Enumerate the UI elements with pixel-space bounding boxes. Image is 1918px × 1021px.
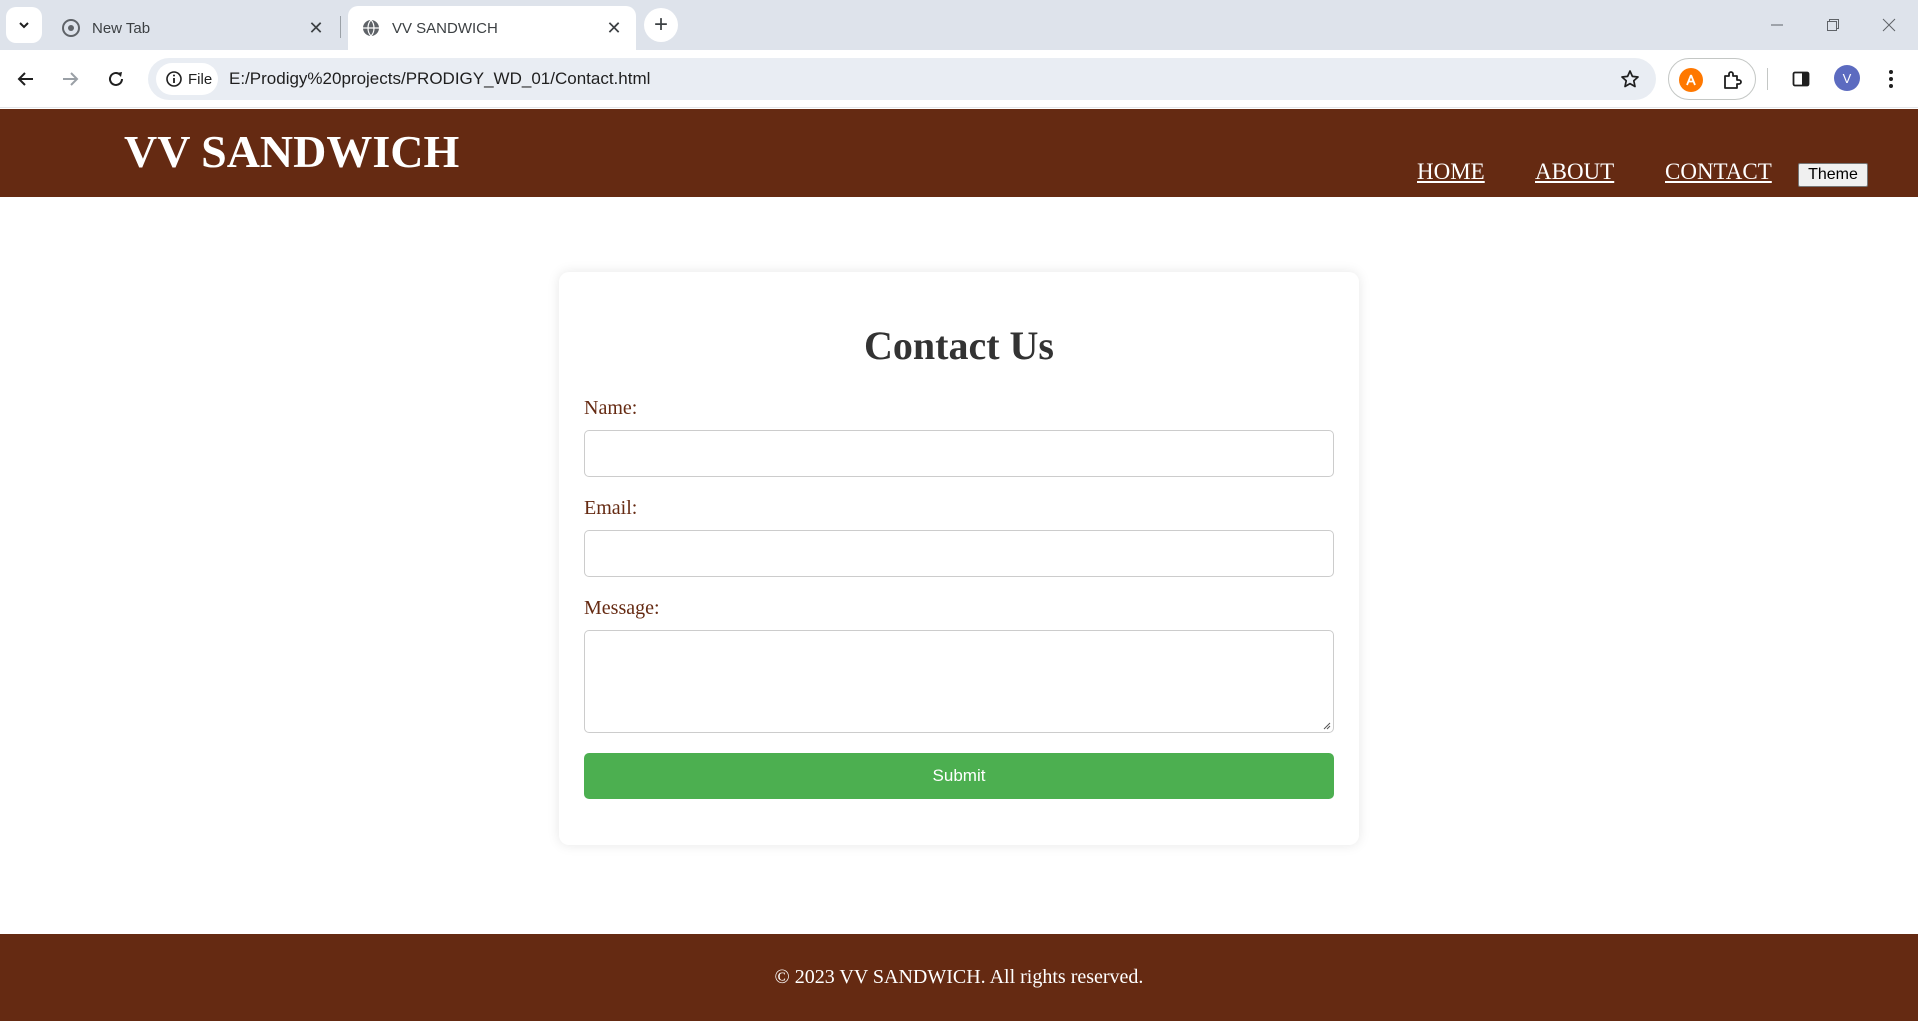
tab-title: New Tab (92, 19, 151, 37)
site-footer: © 2023 VV SANDWICH. All rights reserved. (0, 934, 1918, 1021)
globe-icon (362, 19, 380, 37)
info-icon (166, 71, 182, 87)
forward-arrow-icon[interactable] (52, 61, 88, 97)
tab-divider (340, 16, 341, 38)
tab-new-tab[interactable]: New Tab ✕ (48, 6, 338, 50)
window-close-icon[interactable] (1872, 8, 1906, 42)
submit-button[interactable]: Submit (584, 753, 1334, 799)
restore-icon[interactable] (1816, 8, 1850, 42)
name-input[interactable] (584, 430, 1334, 477)
nav-link-contact[interactable]: CONTACT (1665, 159, 1772, 185)
url-text[interactable]: E:/Prodigy%20projects/PRODIGY_WD_01/Cont… (229, 69, 650, 89)
nav-link-about[interactable]: ABOUT (1535, 159, 1614, 185)
message-textarea[interactable] (584, 630, 1334, 733)
tab-search-button[interactable] (6, 7, 42, 43)
toolbar-divider (1767, 68, 1768, 90)
extensions-group (1668, 58, 1756, 100)
tab-vv-sandwich[interactable]: VV SANDWICH ✕ (348, 6, 636, 50)
puzzle-icon[interactable] (1719, 67, 1745, 93)
site-info-chip[interactable]: File (156, 63, 218, 95)
browser-tab-bar: New Tab ✕ VV SANDWICH ✕ + (0, 0, 1918, 50)
message-label: Message: (584, 597, 660, 619)
email-input[interactable] (584, 530, 1334, 577)
page-title: Contact Us (864, 323, 1054, 368)
email-label: Email: (584, 497, 638, 519)
avast-extension-icon[interactable] (1679, 68, 1703, 92)
site-chip-label: File (188, 70, 213, 88)
nav-link-home[interactable]: HOME (1417, 159, 1485, 185)
contact-form-card: Contact Us Name: Email: Message: Submit (559, 272, 1359, 845)
site-header: VV SANDWICH HOME ABOUT CONTACT Theme (0, 109, 1918, 197)
theme-toggle-button[interactable]: Theme (1798, 163, 1868, 187)
star-icon[interactable] (1614, 63, 1646, 95)
site-logo: VV SANDWICH (124, 126, 460, 177)
tab-title: VV SANDWICH (392, 19, 498, 37)
address-bar[interactable]: File E:/Prodigy%20projects/PRODIGY_WD_01… (148, 58, 1656, 100)
more-vert-icon[interactable] (1876, 62, 1906, 96)
new-tab-button[interactable]: + (644, 8, 678, 42)
browser-toolbar: File E:/Prodigy%20projects/PRODIGY_WD_01… (0, 50, 1918, 108)
back-arrow-icon[interactable] (8, 61, 44, 97)
chevron-down-icon (19, 22, 29, 29)
chrome-icon (62, 19, 80, 37)
profile-avatar[interactable]: V (1834, 65, 1860, 91)
close-icon[interactable]: ✕ (602, 16, 626, 40)
minimize-icon[interactable] (1760, 8, 1794, 42)
close-icon[interactable]: ✕ (304, 16, 328, 40)
side-panel-icon[interactable] (1784, 62, 1818, 96)
name-label: Name: (584, 397, 638, 419)
reload-icon[interactable] (98, 61, 134, 97)
resize-handle-icon[interactable] (1321, 720, 1331, 730)
copyright-text: © 2023 VV SANDWICH. All rights reserved. (774, 966, 1144, 988)
